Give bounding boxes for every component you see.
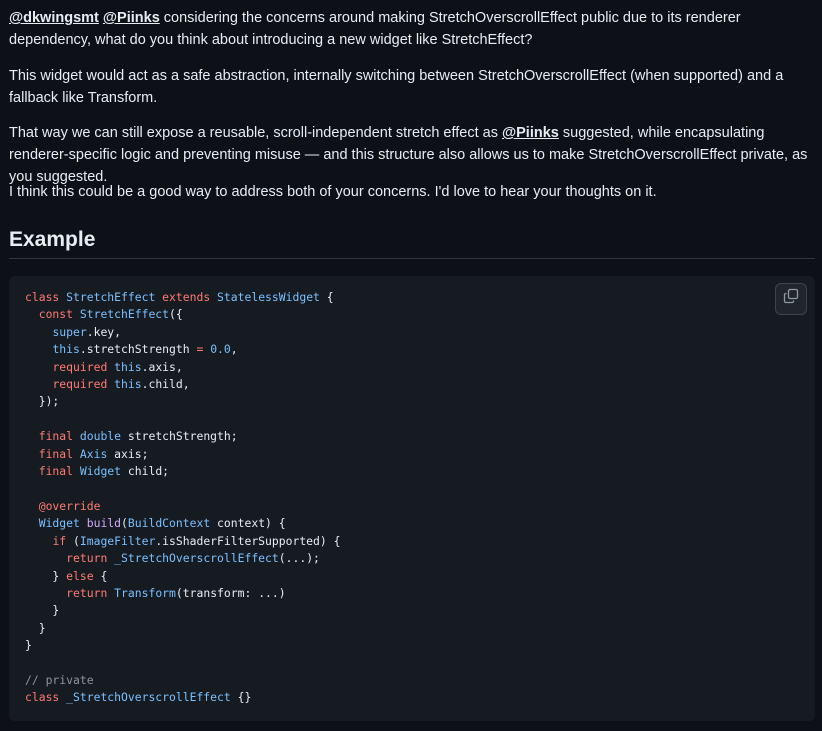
user-mention[interactable]: @Piinks xyxy=(502,125,559,141)
user-mention[interactable]: @Piinks xyxy=(103,10,160,26)
code-block: class StretchEffect extends StatelessWid… xyxy=(9,276,815,721)
code-line: } else { xyxy=(25,568,108,583)
copy-button[interactable] xyxy=(775,283,807,315)
comment-paragraph: I think this could be a good way to addr… xyxy=(9,184,657,200)
user-mention[interactable]: @dkwingsmt xyxy=(9,10,99,26)
comment-paragraph: This widget would act as a safe abstract… xyxy=(9,68,784,106)
code-line: if (ImageFilter.isShaderFilterSupported)… xyxy=(52,533,341,548)
code-line: const StretchEffect({ xyxy=(38,307,183,322)
code-line: } xyxy=(25,603,60,618)
code-line: this.stretchStrength = 0.0, xyxy=(52,342,238,357)
comment-body: @dkwingsmt @Piinks considering the conce… xyxy=(0,0,822,731)
code-line: final double stretchStrength; xyxy=(38,429,238,444)
code-line: final Axis axis; xyxy=(38,446,149,461)
code-line: // private xyxy=(25,672,94,687)
code-line: } xyxy=(25,638,32,653)
comment-paragraph: That way we can still expose a reusable,… xyxy=(9,122,822,188)
code-line: required this.axis, xyxy=(52,359,183,374)
code-line: @override xyxy=(38,498,101,513)
code-line: required this.child, xyxy=(52,377,190,392)
code-line: class _StretchOverscrollEffect {} xyxy=(25,690,252,705)
code-line: super.key, xyxy=(52,324,122,339)
comment-paragraph: @dkwingsmt @Piinks considering the conce… xyxy=(9,7,822,51)
paragraph-text: That way we can still expose a reusable,… xyxy=(9,125,502,141)
section-heading: Example xyxy=(9,226,815,259)
code-line: } xyxy=(25,620,46,635)
code-line: final Widget child; xyxy=(38,464,170,479)
copy-icon xyxy=(783,288,799,311)
code-line: return _StretchOverscrollEffect(...); xyxy=(66,551,320,566)
code-line: }); xyxy=(25,394,60,409)
code-content: class StretchEffect extends StatelessWid… xyxy=(25,289,340,707)
code-line: Widget build(BuildContext context) { xyxy=(38,516,286,531)
code-line: return Transform(transform: ...) xyxy=(66,585,286,600)
code-line: class StretchEffect extends StatelessWid… xyxy=(25,290,334,304)
